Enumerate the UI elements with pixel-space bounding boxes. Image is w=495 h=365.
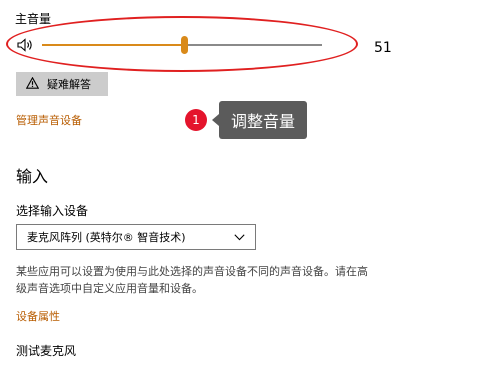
device-properties-link[interactable]: 设备属性 bbox=[16, 308, 60, 324]
step-badge: 1 bbox=[185, 109, 207, 131]
warning-icon bbox=[25, 76, 40, 92]
input-help-line-1: 某些应用可以设置为使用与此处选择的声音设备不同的声音设备。请在高 bbox=[16, 265, 368, 278]
chevron-down-icon bbox=[234, 231, 245, 244]
volume-slider-fill bbox=[42, 44, 185, 46]
selected-input-device: 麦克风阵列 (英特尔® 智音技术) bbox=[27, 231, 186, 244]
troubleshoot-label: 疑难解答 bbox=[47, 78, 91, 91]
input-help-line-2: 级声音选项中自定义应用音量和设备。 bbox=[16, 282, 203, 295]
adjust-volume-callout: 调整音量 bbox=[219, 101, 307, 139]
troubleshoot-button[interactable]: 疑难解答 bbox=[16, 72, 108, 96]
choose-input-device-label: 选择输入设备 bbox=[16, 204, 89, 218]
input-device-select[interactable]: 麦克风阵列 (英特尔® 智音技术) bbox=[16, 224, 256, 250]
test-microphone-label: 测试麦克风 bbox=[16, 344, 77, 358]
volume-slider-thumb[interactable] bbox=[181, 36, 189, 54]
volume-value: 51 bbox=[374, 40, 392, 56]
input-section-title: 输入 bbox=[16, 167, 49, 186]
master-volume-title: 主音量 bbox=[15, 12, 52, 26]
speaker-icon[interactable] bbox=[17, 38, 34, 52]
callout-arrow bbox=[212, 114, 219, 126]
input-help-text: 某些应用可以设置为使用与此处选择的声音设备不同的声音设备。请在高 级声音选项中自… bbox=[16, 263, 416, 297]
manage-sound-devices-link[interactable]: 管理声音设备 bbox=[16, 112, 82, 128]
